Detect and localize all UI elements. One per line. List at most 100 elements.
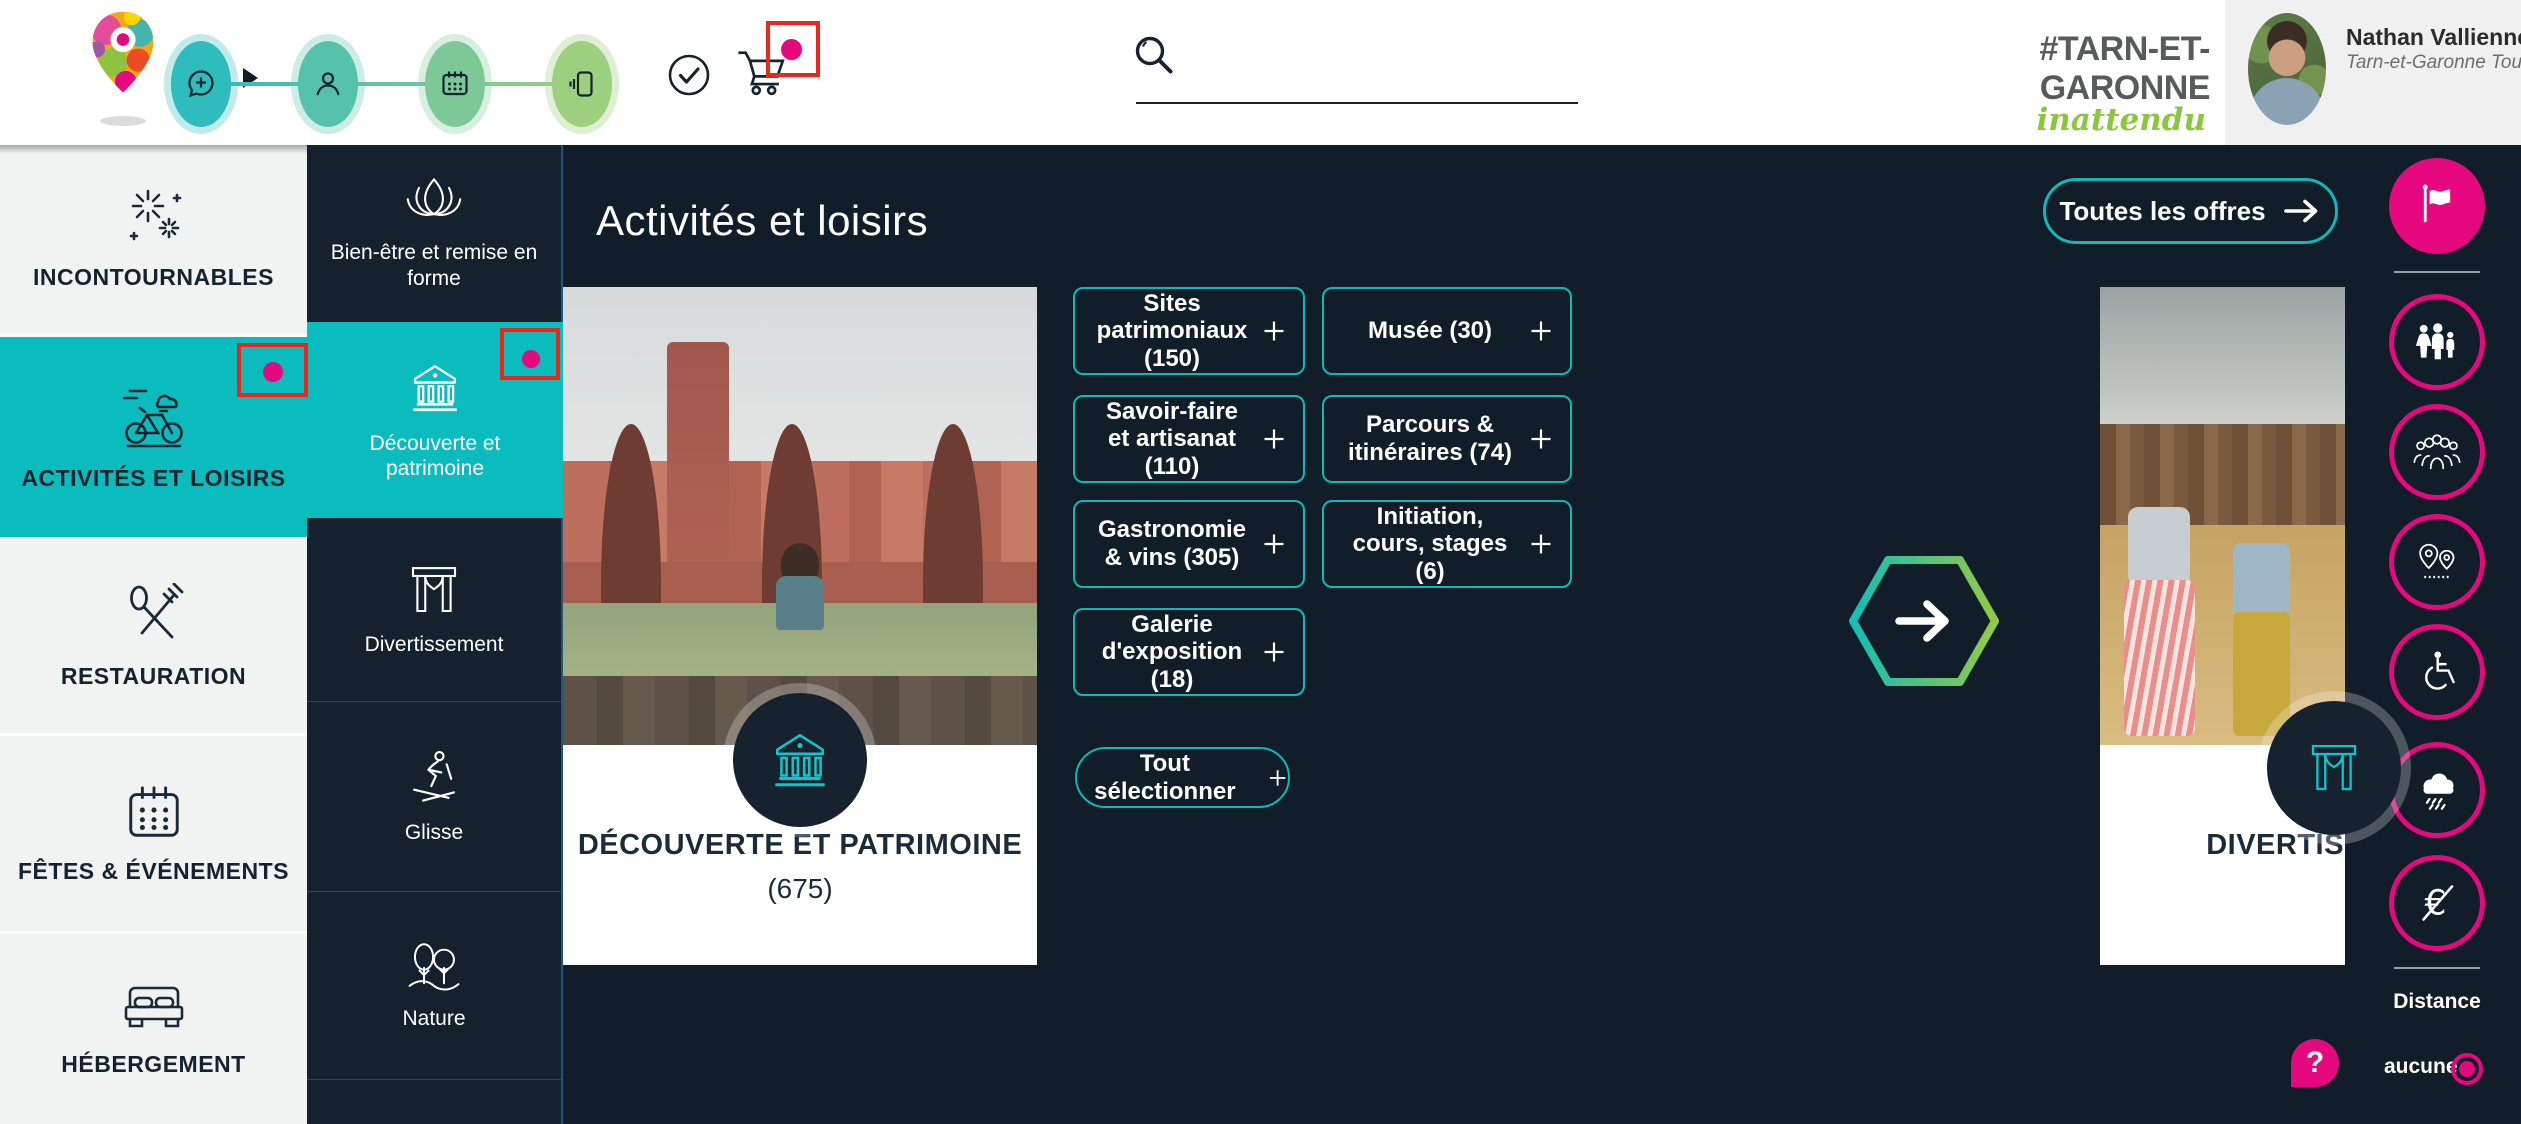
filter-gastronomie[interactable]: Gastronomie & vins (305) — [1073, 500, 1305, 588]
mobile-icon — [567, 69, 597, 99]
filter-savoir-faire[interactable]: Savoir-faire et artisanat (110) — [1073, 395, 1305, 483]
filter-family-button[interactable] — [2389, 294, 2485, 390]
user-block[interactable]: Nathan Vallienne Tarn-et-Garonne Tou — [2225, 0, 2521, 145]
filter-parcours[interactable]: Parcours & itinéraires (74) — [1322, 395, 1572, 483]
main-content: Activités et loisirs Toutes les offres — [563, 145, 2521, 1124]
sidebar-item-label: ACTIVITÉS ET LOISIRS — [21, 465, 285, 492]
stepper-step-mobile[interactable] — [552, 41, 612, 127]
filter-label: Sites patrimoniaux (150) — [1093, 290, 1251, 373]
all-offers-button[interactable]: Toutes les offres — [2043, 178, 2338, 244]
next-category-button[interactable] — [1849, 554, 1999, 688]
app-logo[interactable] — [84, 10, 162, 96]
wheelchair-icon — [2414, 648, 2460, 696]
sidebar-item-incontournables[interactable]: INCONTOURNABLES — [0, 145, 307, 334]
rightbar-divider — [2394, 967, 2480, 969]
page-title: Activités et loisirs — [596, 197, 928, 245]
category-card-title: DIVERTISSEMENT — [2100, 829, 2345, 862]
sidebar-item-restauration[interactable]: RESTAURATION — [0, 540, 307, 733]
filter-label: Galerie d'exposition (18) — [1093, 611, 1251, 694]
topbar: #TARN-ET-GARONNE inattendu Nathan Vallie… — [0, 0, 2521, 145]
calendar-icon — [123, 782, 185, 842]
plus-icon — [1261, 531, 1287, 557]
cycling-icon — [116, 383, 192, 449]
hexagon-arrow-icon — [1849, 554, 1999, 688]
filter-label: Parcours & itinéraires (74) — [1342, 411, 1518, 466]
distance-none-radio[interactable] — [2451, 1053, 2483, 1085]
stepper-step-calendar[interactable] — [425, 41, 485, 127]
fireworks-icon — [122, 188, 186, 248]
submenu-item-glisse[interactable]: Glisse — [307, 702, 561, 892]
submenu-item-divertissement[interactable]: Divertissement — [307, 518, 561, 702]
filter-free-button[interactable]: € — [2389, 855, 2485, 951]
select-all-button[interactable]: Tout sélectionner — [1075, 747, 1290, 808]
select-all-label: Tout sélectionner — [1077, 750, 1253, 806]
filter-initiation[interactable]: Initiation, cours, stages (6) — [1322, 500, 1572, 588]
filter-rightbar: € Distance aucune — [2340, 145, 2521, 1124]
map-pin-logo-icon — [84, 10, 162, 96]
submenu-item-label: Divertissement — [365, 632, 504, 657]
filter-musee[interactable]: Musée (30) — [1322, 287, 1572, 375]
calendar-icon — [440, 69, 470, 99]
annotation-dot — [263, 362, 283, 382]
filter-label: Savoir-faire et artisanat (110) — [1093, 398, 1251, 481]
plus-icon — [1261, 639, 1287, 665]
avatar[interactable] — [2248, 13, 2326, 125]
user-organization: Tarn-et-Garonne Tou — [2346, 52, 2521, 74]
filter-galerie[interactable]: Galerie d'exposition (18) — [1073, 608, 1305, 696]
plus-icon — [1528, 426, 1554, 452]
submenu-item-nature[interactable]: Nature — [307, 892, 561, 1080]
submenu-item-bien-etre[interactable]: Bien-être et remise en forme — [307, 145, 561, 322]
museum-icon — [406, 359, 464, 417]
submenu-item-label: Bien-être et remise en forme — [329, 240, 539, 290]
check-circle-icon — [667, 53, 711, 97]
category-card-photo — [563, 287, 1037, 745]
sidebar-item-label: FÊTES & ÉVÉNEMENTS — [18, 858, 289, 885]
category-card-decouverte[interactable]: DÉCOUVERTE ET PATRIMOINE (675) — [563, 287, 1037, 965]
curtain-icon — [406, 562, 462, 618]
sidebar-item-label: HÉBERGEMENT — [61, 1051, 245, 1078]
app-screen: #TARN-ET-GARONNE inattendu Nathan Vallie… — [0, 0, 2521, 1124]
plus-icon — [1261, 426, 1287, 452]
group-icon — [2412, 432, 2462, 472]
distance-value: aucune — [2384, 1055, 2458, 1079]
submenu-item-label: Découverte et patrimoine — [330, 431, 540, 481]
rightbar-divider — [2394, 271, 2480, 273]
sidebar-item-label: RESTAURATION — [61, 663, 246, 690]
category-card-divertissement[interactable]: DIVERTISSEMENT — [2100, 287, 2345, 965]
filter-label: Initiation, cours, stages (6) — [1342, 503, 1518, 586]
filter-group-button[interactable] — [2389, 404, 2485, 500]
brand-hashtag: #TARN-ET-GARONNE — [1890, 30, 2210, 108]
sidebar-item-hebergement[interactable]: HÉBERGEMENT — [0, 934, 307, 1124]
no-euro-icon: € — [2413, 877, 2461, 929]
stepper-step-profile[interactable] — [298, 41, 358, 127]
filter-flag-button[interactable] — [2389, 158, 2485, 254]
stepper-step-create[interactable] — [171, 41, 231, 127]
sidebar-item-label: INCONTOURNABLES — [33, 264, 274, 291]
curtain-icon — [2306, 740, 2362, 796]
ski-icon — [405, 748, 463, 806]
filter-sites-patrimoniaux[interactable]: Sites patrimoniaux (150) — [1073, 287, 1305, 375]
validate-button[interactable] — [667, 53, 711, 97]
map-pins-icon — [2413, 540, 2461, 584]
sidebar-top-shadow — [0, 145, 307, 154]
person-icon — [313, 69, 343, 99]
filter-location-button[interactable] — [2389, 514, 2485, 610]
plus-icon — [1261, 318, 1287, 344]
user-name: Nathan Vallienne — [2346, 24, 2521, 51]
search-input[interactable] — [1136, 62, 1578, 104]
svg-text:€: € — [2425, 883, 2447, 923]
logo-shadow — [100, 116, 146, 126]
flag-icon — [2414, 182, 2460, 230]
filter-weather-button[interactable] — [2389, 742, 2485, 838]
plus-icon — [1267, 766, 1288, 790]
all-offers-label: Toutes les offres — [2059, 196, 2265, 227]
annotation-dot — [522, 350, 540, 368]
sidebar-item-fetes-evenements[interactable]: FÊTES & ÉVÉNEMENTS — [0, 736, 307, 931]
filter-accessibility-button[interactable] — [2389, 624, 2485, 720]
help-button[interactable]: ? — [2291, 1039, 2339, 1087]
category-card-badge — [733, 693, 867, 827]
museum-icon — [767, 727, 833, 793]
help-label: ? — [2306, 1046, 2324, 1080]
plus-icon — [1528, 531, 1554, 557]
lotus-icon — [404, 176, 464, 226]
